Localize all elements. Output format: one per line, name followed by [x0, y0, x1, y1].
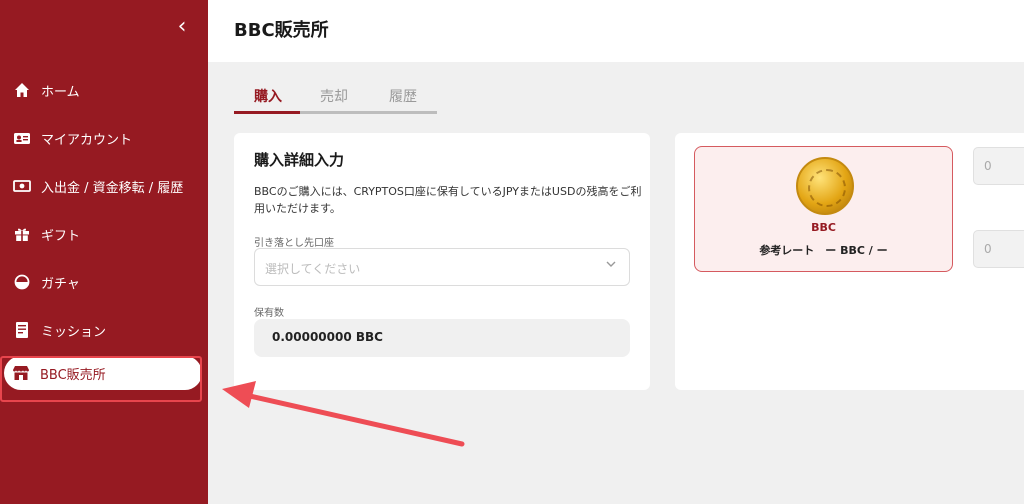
withdraw-account-label: 引き落とし先口座	[254, 238, 334, 249]
coin-option-bbc[interactable]: BBC 参考レート ー BBC / ー	[694, 146, 953, 272]
home-icon	[13, 81, 31, 99]
select-placeholder: 選択してください	[265, 262, 361, 276]
page-title: BBC販売所	[234, 20, 329, 41]
sidebar-item-mission[interactable]: ミッション	[0, 306, 208, 354]
sidebar-item-label: マイアカウント	[41, 132, 133, 148]
gift-icon	[13, 225, 31, 243]
sidebar-item-gift[interactable]: ギフト	[0, 210, 208, 258]
bbc-coin-icon	[796, 157, 854, 215]
amount-input-2[interactable]: 0	[973, 230, 1024, 268]
account-card-icon	[13, 129, 31, 147]
sidebar-item-deposit[interactable]: 入出金 / 資金移転 / 履歴	[0, 162, 208, 210]
withdraw-account-select[interactable]: 選択してください	[254, 248, 630, 286]
reference-rate: 参考レート ー BBC / ー	[759, 244, 888, 257]
gacha-capsule-icon	[13, 273, 31, 291]
chevron-left-icon[interactable]: ‹	[170, 14, 194, 40]
tab-sell[interactable]: 売却	[320, 86, 348, 106]
cash-icon	[13, 177, 31, 195]
sidebar-item-home[interactable]: ホーム	[0, 66, 208, 114]
holding-label: 保有数	[254, 308, 284, 319]
tab-active-indicator	[234, 111, 300, 114]
sidebar-item-gacha[interactable]: ガチャ	[0, 258, 208, 306]
card-title: 購入詳細入力	[254, 151, 345, 169]
tab-history[interactable]: 履歴	[389, 86, 417, 106]
tab-bar: 購入 売却 履歴	[234, 84, 437, 114]
amount-input-1[interactable]: 0	[973, 147, 1024, 185]
highlight-annotation	[0, 356, 202, 402]
tab-buy[interactable]: 購入	[254, 86, 282, 106]
purchase-detail-card: 購入詳細入力 BBCのご購入には、CRYPTOS口座に保有しているJPYまたはU…	[234, 133, 650, 390]
sidebar-item-label: 入出金 / 資金移転 / 履歴	[41, 180, 184, 196]
sidebar-item-my-account[interactable]: マイアカウント	[0, 114, 208, 162]
chevron-down-icon	[605, 258, 617, 273]
sidebar: ‹ ホーム マイアカウント 入出金 / 資金移転 / 履歴 ギフト ガチャ ミッ…	[0, 0, 208, 504]
sidebar-item-label: ガチャ	[41, 276, 80, 292]
sidebar-nav: ホーム マイアカウント 入出金 / 資金移転 / 履歴 ギフト ガチャ ミッショ…	[0, 66, 208, 390]
card-description: BBCのご購入には、CRYPTOS口座に保有しているJPYまたはUSDの残高をご…	[254, 185, 642, 215]
mission-document-icon	[13, 321, 31, 339]
coin-panel: BBC 参考レート ー BBC / ー 0 0	[675, 133, 1024, 390]
sidebar-item-label: ミッション	[41, 324, 107, 340]
holding-value: 0.00000000 BBC	[272, 330, 383, 344]
holding-amount-field: 0.00000000 BBC	[254, 319, 630, 357]
sidebar-item-label: ギフト	[41, 228, 81, 244]
sidebar-item-label: ホーム	[41, 84, 80, 100]
page-header: BBC販売所	[208, 0, 1024, 62]
coin-name: BBC	[811, 221, 836, 234]
